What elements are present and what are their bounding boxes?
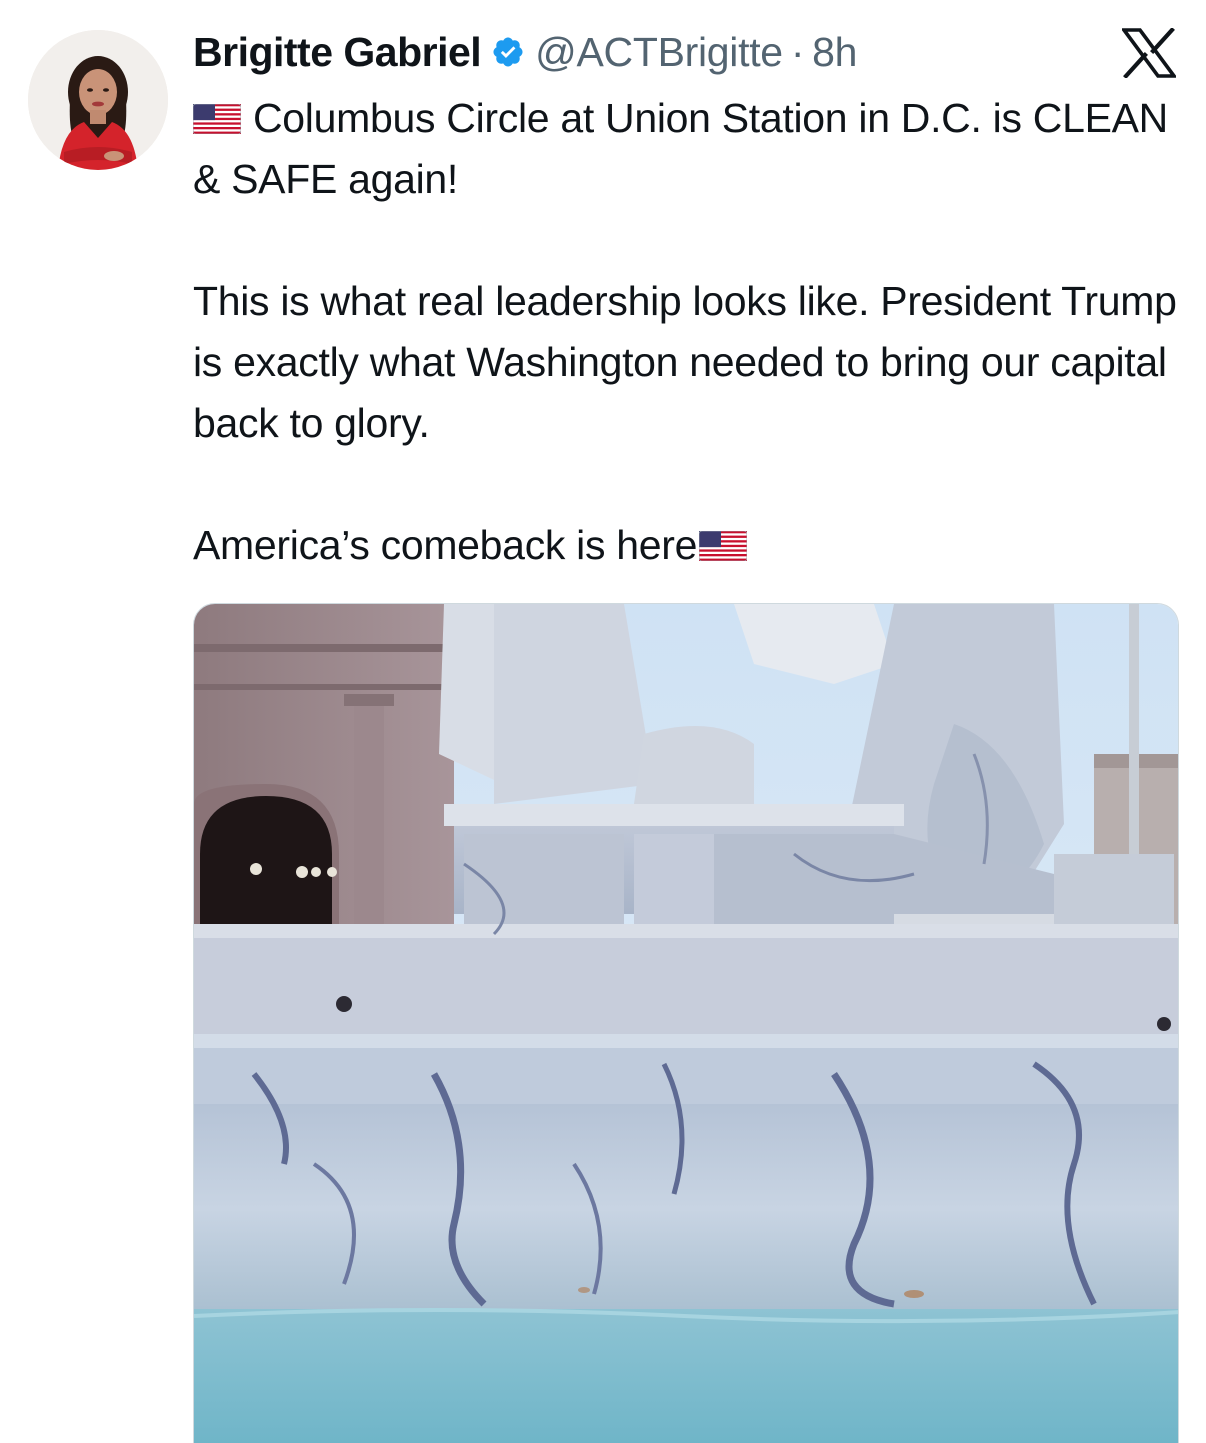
us-flag-icon xyxy=(192,90,242,135)
tweet-paragraph-1: Columbus Circle at Union Station in D.C.… xyxy=(192,88,1183,210)
separator-dot: · xyxy=(790,28,805,75)
profile-photo-icon xyxy=(28,30,168,170)
us-flag-icon xyxy=(698,517,748,562)
tweet-header: Brigitte Gabriel @ACTBrigitte · 8h xyxy=(193,24,857,80)
author-handle[interactable]: @ACTBrigitte xyxy=(535,29,783,76)
tweet-text-3: America’s comeback is here xyxy=(193,522,698,568)
fountain-statue-image xyxy=(194,604,1178,1443)
timestamp[interactable]: 8h xyxy=(812,29,857,76)
tweet-text-1: Columbus Circle at Union Station in D.C.… xyxy=(193,95,1168,202)
avatar[interactable] xyxy=(28,30,168,170)
x-logo-icon xyxy=(1120,27,1178,79)
verified-badge-icon xyxy=(491,35,525,69)
author-display-name[interactable]: Brigitte Gabriel xyxy=(193,29,482,76)
tweet-paragraph-3: America’s comeback is here xyxy=(193,515,1183,576)
tweet-paragraph-2: This is what real leadership looks like.… xyxy=(193,278,1177,446)
tweet-media[interactable] xyxy=(193,603,1179,1443)
tweet-body: Columbus Circle at Union Station in D.C.… xyxy=(192,88,1183,576)
